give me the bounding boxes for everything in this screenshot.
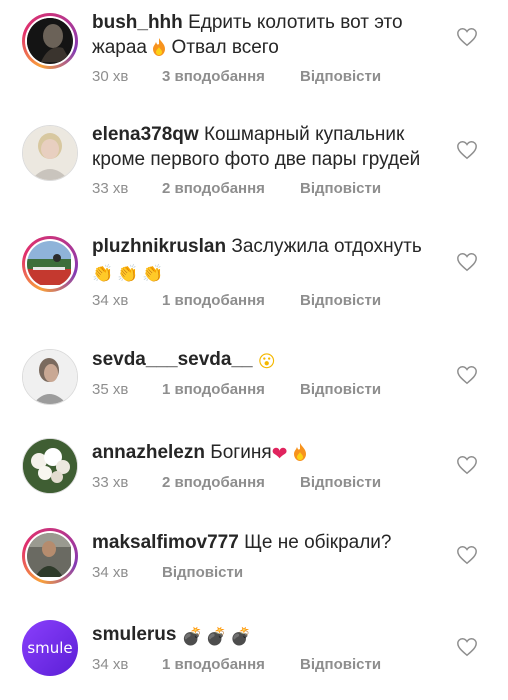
heart-icon[interactable] [456, 544, 478, 566]
comment-meta: 34 хв 1 вподобання Відповісти [92, 656, 381, 673]
avatar[interactable] [22, 528, 78, 584]
avatar-photo [27, 18, 71, 62]
bomb-icon: 💣💣💣 [181, 627, 255, 646]
comment-text: Заслужила отдохнуть [231, 236, 422, 257]
avatar[interactable] [22, 438, 78, 494]
comment-meta: 35 хв 1 вподобання Відповісти [92, 381, 381, 398]
heart-icon[interactable] [456, 364, 478, 386]
comment-likes[interactable]: 1 вподобання [162, 656, 300, 673]
comment-time: 30 хв [92, 68, 129, 85]
comment-body: elena378qw Кошмарный купальник кроме пер… [92, 122, 452, 172]
avatar[interactable] [22, 13, 78, 69]
avatar-photo [23, 439, 77, 493]
reply-button[interactable]: Відповісти [300, 474, 381, 491]
comment-time: 33 хв [92, 180, 129, 197]
comment-username[interactable]: elena378qw [92, 124, 199, 145]
comment-meta: 33 хв 2 вподобання Відповісти [92, 474, 381, 491]
heart-icon[interactable] [456, 636, 478, 658]
comment-time: 35 хв [92, 381, 129, 398]
comment-likes[interactable]: 3 вподобання [162, 68, 300, 85]
comment-time: 34 хв [92, 656, 129, 673]
comment-body: sevda___sevda__ 😮 [92, 347, 452, 374]
comment-body: smulerus 💣💣💣 [92, 622, 452, 649]
reply-button[interactable]: Відповісти [300, 381, 381, 398]
comment-body: annazhelezn Богиня❤ [92, 440, 452, 467]
reply-button[interactable]: Відповісти [300, 656, 381, 673]
comment-username[interactable]: maksalfimov777 [92, 532, 239, 553]
fire-icon [293, 443, 306, 461]
red-heart-icon: ❤ [271, 444, 288, 465]
comment-time: 34 хв [92, 564, 129, 581]
comment-likes[interactable]: 1 вподобання [162, 292, 300, 309]
heart-icon[interactable] [456, 251, 478, 273]
avatar-photo [27, 241, 71, 285]
comment-username[interactable]: bush_hhh [92, 12, 183, 33]
reply-button[interactable]: Відповісти [300, 180, 381, 197]
comment-meta: 34 хв Відповісти [92, 564, 243, 581]
avatar-photo [27, 533, 71, 577]
heart-icon[interactable] [456, 454, 478, 476]
heart-icon[interactable] [456, 26, 478, 48]
comment-meta: 33 хв 2 вподобання Відповісти [92, 180, 381, 197]
comment-username[interactable]: sevda___sevda__ [92, 349, 253, 370]
comment-text-continued: Отвал всего [171, 37, 279, 58]
comment-likes[interactable]: 1 вподобання [162, 381, 300, 398]
comment-likes[interactable]: 2 вподобання [162, 474, 300, 491]
comment-username[interactable]: annazhelezn [92, 442, 205, 463]
astonished-face-icon: 😮 [257, 352, 276, 371]
comment-text: Ще не обікрали? [244, 532, 392, 553]
avatar[interactable]: smule [22, 620, 78, 676]
smule-logo: smule [27, 639, 73, 657]
avatar[interactable] [22, 125, 78, 181]
reply-button[interactable]: Відповісти [300, 292, 381, 309]
comment-body: pluzhnikruslan Заслужила отдохнуть 👏👏👏 [92, 234, 452, 286]
comment-time: 33 хв [92, 474, 129, 491]
comment-meta: 34 хв 1 вподобання Відповісти [92, 292, 381, 309]
comment-body: maksalfimov777 Ще не обікрали? [92, 530, 452, 555]
avatar-photo [23, 126, 77, 180]
comment-username[interactable]: pluzhnikruslan [92, 236, 226, 257]
avatar[interactable] [22, 236, 78, 292]
comment-likes[interactable]: 2 вподобання [162, 180, 300, 197]
comment-time: 34 хв [92, 292, 129, 309]
reply-button[interactable]: Відповісти [300, 68, 381, 85]
clapping-hands-icon: 👏👏👏 [92, 264, 168, 283]
comment-username[interactable]: smulerus [92, 624, 176, 645]
avatar[interactable] [22, 349, 78, 405]
fire-icon [153, 38, 166, 56]
comment-body: bush_hhh Едрить колотить вот это жараа О… [92, 10, 452, 60]
avatar-photo [23, 350, 77, 404]
comment-text: Богиня [210, 442, 272, 463]
heart-icon[interactable] [456, 139, 478, 161]
comment-meta: 30 хв 3 вподобання Відповісти [92, 68, 381, 85]
reply-button[interactable]: Відповісти [162, 564, 243, 581]
